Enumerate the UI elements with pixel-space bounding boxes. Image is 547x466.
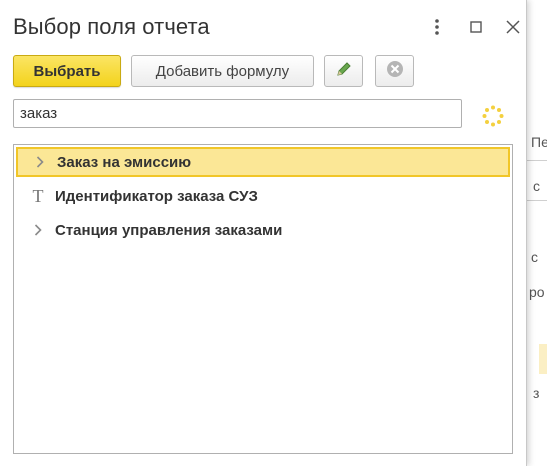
tree-item-label: Идентификатор заказа СУЗ — [55, 187, 258, 205]
dialog-title: Выбор поля отчета — [13, 14, 210, 39]
background-text: Пе — [531, 134, 547, 150]
background-highlight — [539, 344, 547, 374]
edit-button[interactable] — [324, 55, 363, 87]
maximize-icon[interactable] — [465, 16, 487, 38]
tree-item[interactable]: Заказ на эмиссию — [16, 147, 510, 177]
background-text: с — [531, 249, 538, 265]
tree-item[interactable]: Станция управления заказами — [16, 215, 510, 245]
delete-button[interactable] — [375, 55, 414, 87]
field-selection-dialog: Выбор поля отчета Выбрать Добавить форму… — [0, 0, 527, 466]
fields-tree[interactable]: Заказ на эмиссию T Идентификатор заказа … — [13, 144, 513, 454]
search-input[interactable] — [13, 99, 462, 128]
chevron-right-icon[interactable] — [30, 156, 50, 168]
background-text: с — [533, 178, 540, 194]
close-icon[interactable] — [502, 16, 524, 38]
background-text: ро — [529, 284, 545, 300]
select-button[interactable]: Выбрать — [13, 55, 121, 87]
chevron-right-icon[interactable] — [28, 224, 48, 236]
background-divider — [527, 160, 547, 161]
clear-circle-icon — [385, 59, 405, 83]
background-text: з — [533, 385, 540, 401]
background-window: Пе с с ро з — [527, 0, 547, 466]
pencil-icon — [335, 60, 353, 82]
add-formula-button[interactable]: Добавить формулу — [131, 55, 314, 87]
tree-item-label: Станция управления заказами — [55, 221, 283, 239]
background-divider — [527, 200, 547, 201]
more-options-icon[interactable] — [426, 16, 448, 38]
tree-item[interactable]: T Идентификатор заказа СУЗ — [16, 181, 510, 211]
text-type-icon: T — [32, 185, 44, 206]
loading-spinner-icon — [482, 105, 504, 127]
tree-item-label: Заказ на эмиссию — [57, 153, 192, 171]
